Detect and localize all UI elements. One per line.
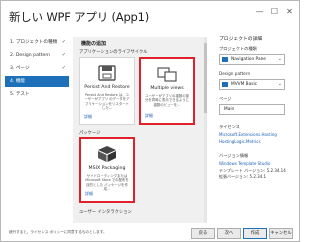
feature-card-msix-packaging[interactable]: MSIX Packaging サイドローディングまたは Microsoft St…: [79, 137, 135, 203]
navigation-pane-icon: [222, 57, 228, 62]
package-icon: [98, 146, 116, 162]
pages-list[interactable]: Main: [219, 104, 285, 115]
step-design-pattern[interactable]: 2. Design pattern ✓: [5, 50, 69, 61]
license-notice: 続行すると、ライセンス ポリシーに同意するものとします。: [9, 230, 107, 234]
project-type-select[interactable]: Navigation Pane ⌄: [219, 54, 285, 65]
section-user-interaction: ユーザー インタラクション: [79, 210, 132, 215]
version-label: バージョン情報: [219, 153, 249, 158]
feature-name: MSIX Packaging: [88, 166, 126, 171]
extension-version: 拡張バージョン: 5.2.34.1: [219, 174, 267, 179]
panel-title: 機能の追加: [81, 41, 107, 47]
window-title: 新しい WPF アプリ (App1): [9, 10, 150, 24]
step-testing[interactable]: 5. テスト: [5, 89, 69, 100]
chevron-down-icon: ⌄: [277, 56, 282, 62]
design-pattern-select[interactable]: MVVM Basic ⌄: [219, 79, 285, 90]
section-app-lifecycle: アプリケーションのライフサイクル: [79, 50, 148, 55]
details-link[interactable]: 詳細: [85, 191, 93, 197]
feature-description: ユーザーがアプリの複数の部分を同時に表示できるように複数のビューを…: [145, 94, 189, 107]
create-button[interactable]: 作成: [243, 228, 267, 239]
feature-description: サイドローディングまたは Microsoft Store での配布を目的とした …: [85, 174, 129, 191]
feature-name: Persist And Restore: [84, 85, 130, 90]
feature-card-multiple-views[interactable]: Multiple views ユーザーがアプリの複数の部分を同時に表示できるよう…: [139, 57, 195, 125]
persist-restore-icon: [98, 65, 116, 81]
back-button[interactable]: 戻る: [191, 228, 215, 239]
feature-name: Multiple views: [150, 86, 184, 91]
license-link[interactable]: HostingLogic.Metrics: [219, 139, 261, 144]
chevron-down-icon: ⌄: [277, 81, 282, 87]
close-icon[interactable]: ✕: [284, 7, 295, 17]
multiple-views-icon: [157, 67, 177, 82]
step-features[interactable]: 4. 機能: [5, 76, 69, 87]
mvvm-icon: [222, 82, 228, 87]
feature-description: Persist And Restore は、ユーザーがアプリ のデータをアプリケ…: [84, 93, 130, 110]
project-details-panel: プロジェクトの詳細 プロジェクトの種類 Navigation Pane ⌄ De…: [215, 33, 297, 225]
new-wpf-app-dialog: 新しい WPF アプリ (App1) — ☐ ✕ 1. プロジェクトの種類 ✓ …: [0, 0, 300, 242]
features-panel: 機能の追加 アプリケーションのライフサイクル Persist And Resto…: [73, 37, 207, 223]
next-button[interactable]: 次へ: [217, 228, 241, 239]
check-icon: ✓: [61, 39, 66, 45]
features-scrollbar[interactable]: [204, 37, 207, 223]
step-pages[interactable]: 3. ページ ✓: [5, 63, 69, 74]
step-project-type[interactable]: 1. プロジェクトの種類 ✓: [5, 37, 69, 48]
feature-card-persist-restore[interactable]: Persist And Restore Persist And Restore …: [79, 57, 135, 125]
minimize-icon[interactable]: —: [254, 7, 265, 17]
maximize-icon[interactable]: ☐: [269, 7, 280, 17]
title-bar: 新しい WPF アプリ (App1) — ☐ ✕: [1, 1, 299, 33]
project-details-heading: プロジェクトの詳細: [219, 37, 263, 42]
design-pattern-label: Design pattern: [219, 71, 251, 76]
details-link[interactable]: 詳細: [84, 114, 92, 120]
license-label: ライセンス: [219, 124, 240, 129]
wizard-steps: 1. プロジェクトの種類 ✓ 2. Design pattern ✓ 3. ペー…: [5, 37, 69, 227]
check-icon: ✓: [61, 52, 66, 58]
license-link[interactable]: Microsoft.Extensions.Hosting: [219, 132, 277, 137]
details-link[interactable]: 詳細: [145, 113, 153, 119]
cancel-button[interactable]: キャンセル: [269, 228, 293, 239]
pages-label: ページ: [219, 96, 232, 101]
window-controls: — ☐ ✕: [254, 7, 295, 17]
dialog-footer: 続行すると、ライセンス ポリシーに同意するものとします。 戻る 次へ 作成 キャ…: [1, 225, 299, 242]
check-icon: ✓: [61, 65, 66, 71]
project-type-label: プロジェクトの種類: [219, 46, 257, 51]
scroll-thumb[interactable]: [204, 43, 207, 113]
version-link[interactable]: Windows Template Studio: [219, 161, 270, 166]
section-packaging: パッケージ: [79, 131, 101, 136]
